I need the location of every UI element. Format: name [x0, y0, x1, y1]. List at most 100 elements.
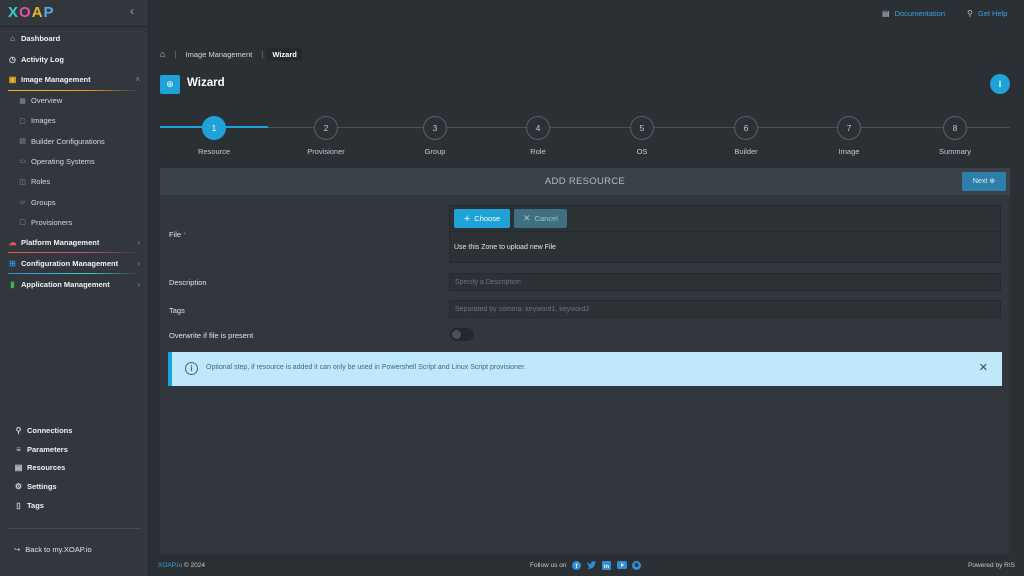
sidebar-item-label: Groups [31, 197, 56, 207]
step-label: Role [530, 147, 546, 156]
sidebar-item-roles[interactable]: ◫ Roles [0, 172, 149, 192]
breadcrumb-image-management[interactable]: Image Management [181, 48, 258, 61]
alert-message: Optional step, if resource is added it c… [206, 364, 526, 371]
sidebar-bottom-nav: ⚲ Connections ≡ Parameters ▤ Resources ⚙… [0, 421, 149, 514]
layers-icon: ▣ [8, 75, 17, 85]
step-summary[interactable]: 8 Summary [915, 116, 995, 156]
step-builder[interactable]: 6 Builder [706, 116, 786, 156]
home-icon: ⌂ [10, 33, 15, 43]
github-icon[interactable] [632, 560, 642, 570]
page-title: Wizard [187, 77, 225, 89]
step-group[interactable]: 3 Group [395, 116, 475, 156]
sidebar-item-operating-systems[interactable]: ▭ Operating Systems [0, 151, 149, 171]
svg-text:in: in [604, 564, 610, 570]
sidebar-item-parameters[interactable]: ≡ Parameters [0, 440, 149, 459]
sidebar-item-label: Application Management [21, 279, 110, 289]
arrow-right-circle-icon: ⊕ [989, 178, 996, 185]
wizard-icon: ⊕ [160, 75, 180, 94]
youtube-icon[interactable] [616, 560, 627, 570]
sidebar-item-image-management[interactable]: ▣ Image Management ˄ [0, 70, 149, 91]
twitter-icon[interactable] [586, 560, 597, 570]
sidebar-item-connections[interactable]: ⚲ Connections [0, 421, 149, 440]
add-resource-card: ADD RESOURCE Next ⊕ File * + Choose ✕ Ca… [160, 168, 1010, 554]
get-help-link[interactable]: ⚲ Get Help [967, 9, 1007, 18]
sidebar-item-label: Provisioners [31, 217, 73, 227]
get-help-label: Get Help [977, 9, 1008, 18]
step-role[interactable]: 4 Role [498, 116, 578, 156]
step-label: Provisioner [307, 147, 345, 156]
collapse-sidebar-button[interactable]: ‹ [130, 4, 134, 18]
sidebar-item-label: Operating Systems [31, 156, 95, 166]
gear-icon: ⚙ [14, 481, 23, 491]
breadcrumb-separator: | [174, 49, 177, 59]
sliders-icon: ≡ [16, 444, 21, 454]
facebook-icon[interactable]: f [572, 560, 582, 570]
choose-button[interactable]: + Choose [454, 209, 510, 228]
sidebar-item-label: Overview [31, 96, 63, 106]
step-os[interactable]: 5 OS [602, 116, 682, 156]
sidebar-item-dashboard[interactable]: ⌂ Dashboard [0, 28, 149, 49]
breadcrumb-separator: | [261, 49, 264, 59]
sidebar-item-provisioners[interactable]: ▢ Provisioners [0, 212, 149, 232]
step-number: 7 [837, 116, 861, 140]
step-label: Resource [197, 147, 231, 156]
tags-input[interactable] [449, 300, 1001, 318]
sidebar-item-configuration-management[interactable]: ⊞ Configuration Management › [0, 253, 149, 275]
linkedin-icon[interactable]: in [602, 560, 612, 570]
help-search-icon: ⚲ [967, 9, 973, 18]
sidebar-item-resources[interactable]: ▤ Resources [0, 458, 149, 477]
sidebar-item-images[interactable]: ▢ Images [0, 111, 149, 131]
xoap-logo[interactable]: XOAP [8, 4, 55, 21]
section-accent-line [8, 89, 141, 91]
footer-copyright: XOAP.io © 2024 [158, 562, 205, 569]
breadcrumb: ⌂ | Image Management | Wizard [160, 47, 302, 61]
sidebar-divider [0, 26, 149, 27]
documentation-link[interactable]: ▤ Documentation [882, 9, 945, 18]
sidebar-item-activity-log[interactable]: ◷ Activity Log [0, 49, 149, 70]
sidebar-item-label: Activity Log [21, 54, 64, 64]
bar-chart-icon: ▮ [10, 279, 15, 289]
breadcrumb-wizard: Wizard [267, 47, 302, 61]
chevron-up-icon: ˄ [135, 75, 140, 85]
tags-label: Tags [169, 306, 185, 315]
step-provisioner[interactable]: 2 Provisioner [286, 116, 366, 156]
back-to-xoap-link[interactable]: ↪ Back to my.XOAP.io [14, 545, 92, 554]
file-icon: ▤ [19, 138, 26, 146]
chevron-right-icon: › [137, 238, 140, 248]
sidebar-item-tags[interactable]: ▯ Tags [0, 496, 149, 515]
sidebar-item-groups[interactable]: ▱ Groups [0, 192, 149, 212]
upload-divider [450, 231, 1000, 232]
home-icon[interactable]: ⌂ [160, 47, 170, 61]
file-label: File * [169, 230, 187, 239]
description-label: Description [169, 278, 207, 287]
footer-social: Follow us on f in [530, 560, 642, 570]
upload-hint: Use this Zone to upload new File [454, 244, 556, 251]
close-alert-icon[interactable]: ✕ [979, 361, 988, 374]
description-input[interactable] [449, 273, 1001, 291]
step-number: 8 [943, 116, 967, 140]
card-header: ADD RESOURCE Next ⊕ [160, 168, 1010, 195]
step-image[interactable]: 7 Image [809, 116, 889, 156]
sidebar-item-overview[interactable]: ▦ Overview [0, 90, 149, 110]
box-icon: ▢ [19, 219, 26, 227]
sidebar-item-label: Configuration Management [21, 259, 119, 269]
cube-icon: ◫ [19, 178, 26, 186]
step-resource[interactable]: 1 Resource [174, 116, 254, 156]
cancel-button[interactable]: ✕ Cancel [514, 209, 567, 228]
sidebar-item-application-management[interactable]: ▮ Application Management › [0, 274, 149, 295]
sidebar-item-label: Images [31, 116, 56, 126]
info-button[interactable]: i [990, 74, 1010, 94]
file-upload-zone[interactable]: + Choose ✕ Cancel Use this Zone to uploa… [449, 205, 1001, 263]
sidebar-item-builder-configurations[interactable]: ▤ Builder Configurations [0, 131, 149, 151]
documentation-label: Documentation [894, 9, 946, 18]
next-button[interactable]: Next ⊕ [962, 172, 1006, 191]
sidebar: XOAP ‹ ⌂ Dashboard ◷ Activity Log ▣ Imag… [0, 0, 149, 576]
sidebar-item-label: Builder Configurations [31, 136, 105, 146]
sidebar-item-platform-management[interactable]: ☁ Platform Management › [0, 232, 149, 254]
step-label: Summary [938, 147, 972, 156]
footer-brand-link[interactable]: XOAP.io [158, 562, 182, 569]
overwrite-toggle[interactable] [450, 328, 474, 341]
sidebar-item-settings[interactable]: ⚙ Settings [0, 477, 149, 496]
close-icon: ✕ [523, 213, 531, 223]
powered-by: Powered by RIS [968, 562, 1015, 569]
